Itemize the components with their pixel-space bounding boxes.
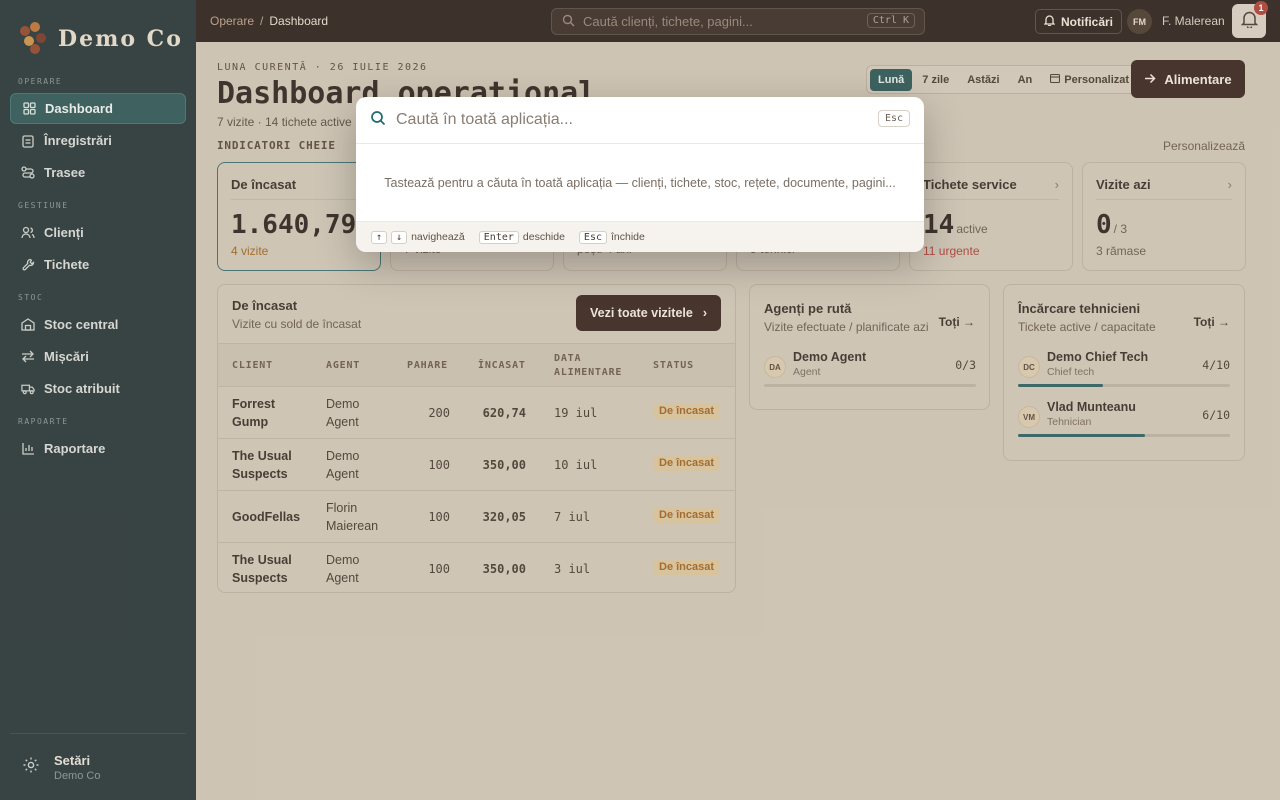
search-hint: Tastează pentru a căuta în toată aplicaț…: [384, 175, 896, 190]
modal-search-bar: Esc: [356, 97, 924, 144]
open-label: deschide: [522, 231, 565, 243]
arrow-up-key: ↑: [371, 230, 388, 244]
close-label: închide: [610, 231, 645, 243]
arrow-down-key: ↓: [391, 230, 408, 244]
global-search-input[interactable]: [396, 111, 836, 129]
open-hint: Enter deschide: [478, 230, 565, 244]
navigate-label: navighează: [411, 231, 465, 243]
command-search-modal: Esc Tastează pentru a căuta în toată apl…: [356, 97, 924, 252]
enter-key: Enter: [478, 230, 519, 244]
close-hint: Esc închide: [578, 230, 645, 244]
modal-footer: ↑ ↓ navighează Enter deschide Esc închid…: [356, 221, 924, 252]
navigate-hint: ↑ ↓ navighează: [371, 230, 465, 244]
esc-key-hint[interactable]: Esc: [877, 110, 910, 127]
esc-key: Esc: [578, 230, 607, 244]
search-icon: [370, 110, 386, 131]
